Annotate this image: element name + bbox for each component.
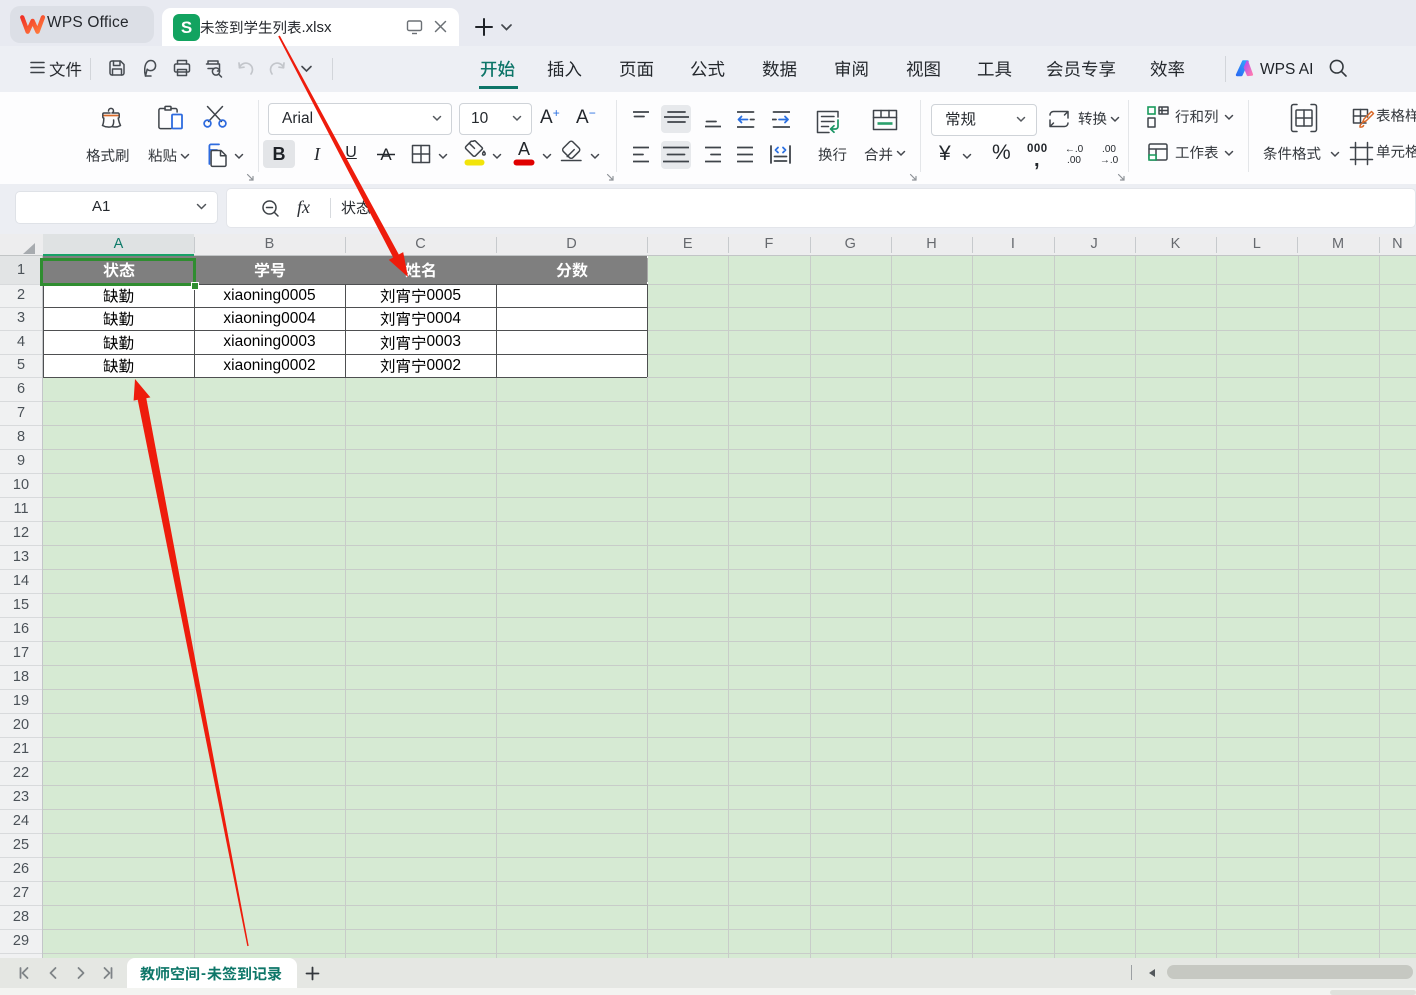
svg-text:←.0: ←.0 — [1065, 144, 1084, 155]
svg-text:→.0: →.0 — [1100, 155, 1119, 165]
svg-text:A: A — [518, 139, 530, 159]
svg-text:.00: .00 — [1067, 155, 1081, 165]
svg-text:.00: .00 — [1102, 144, 1116, 155]
